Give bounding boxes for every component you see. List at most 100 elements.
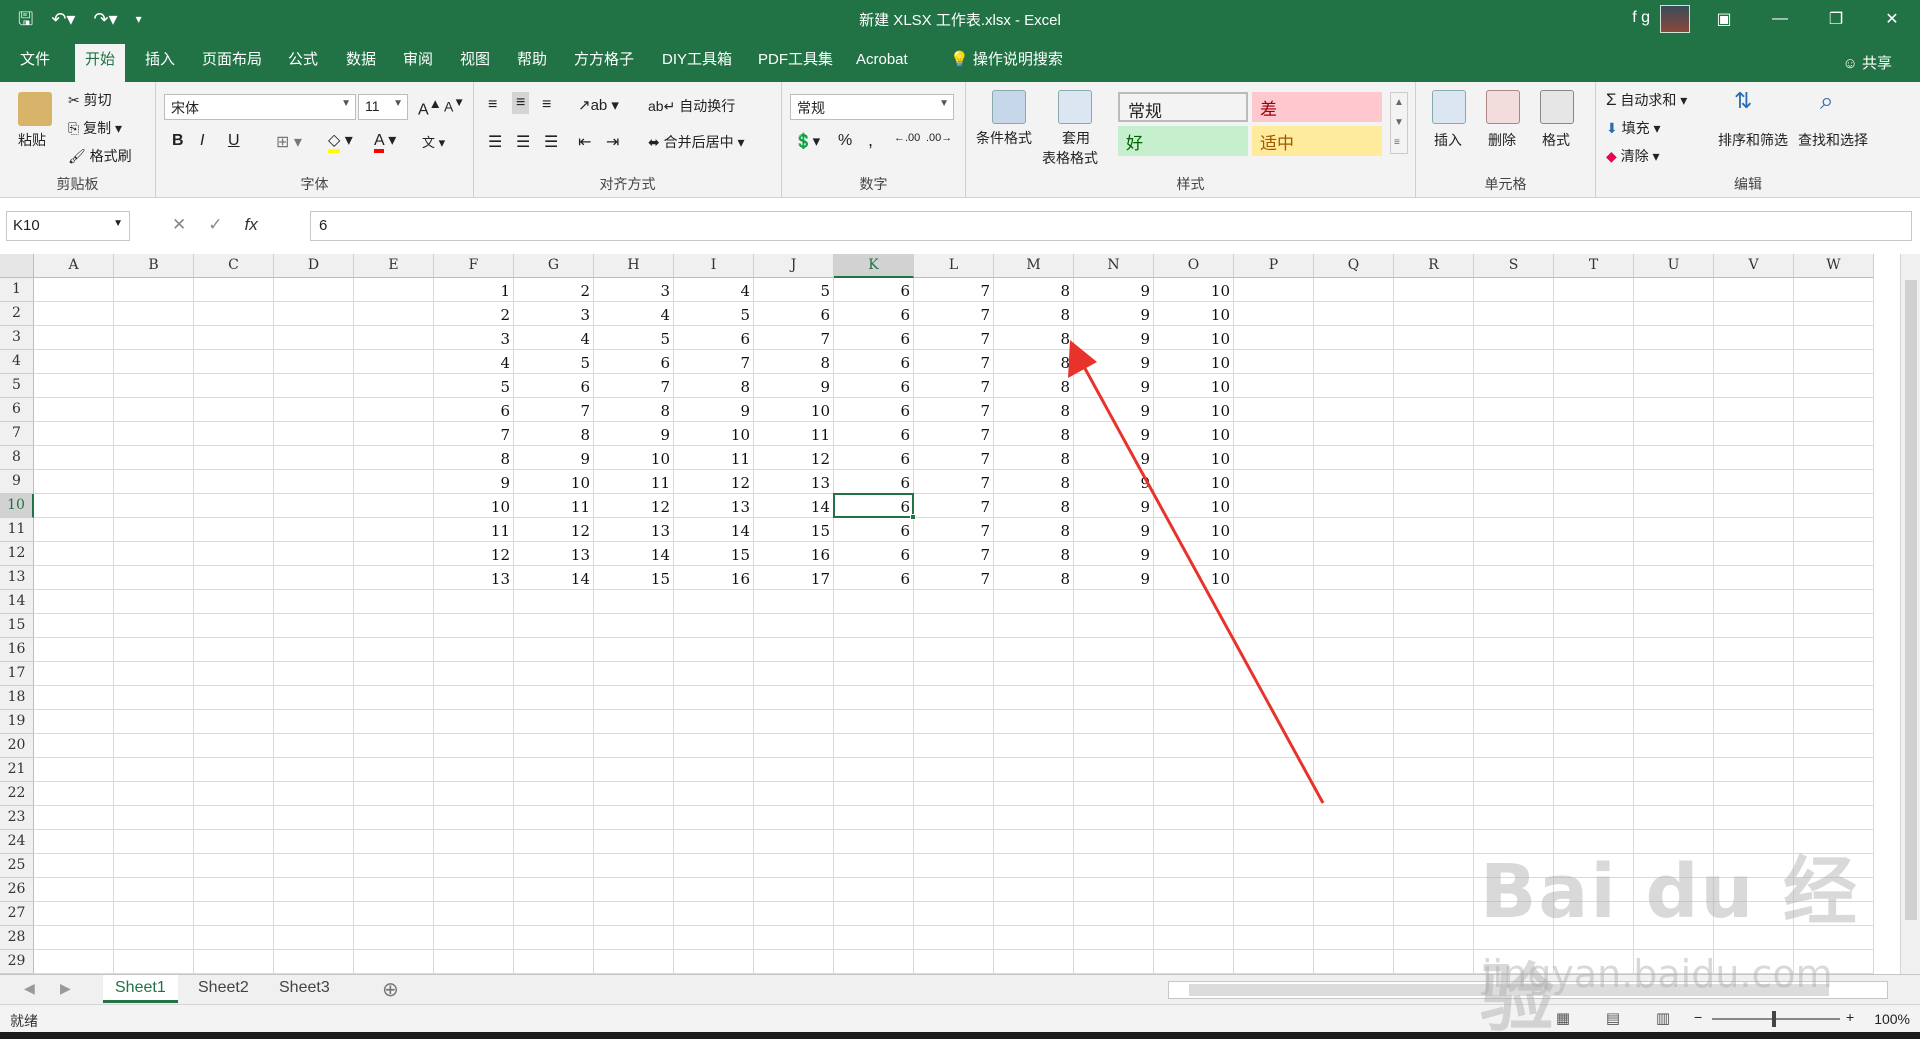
cell[interactable]: 13	[674, 494, 754, 518]
name-box[interactable]: K10 ▼	[6, 211, 130, 241]
row-header[interactable]: 22	[0, 782, 34, 806]
column-header[interactable]: J	[754, 254, 834, 278]
add-sheet-icon[interactable]: ⊕	[382, 977, 399, 1002]
sort-filter-button[interactable]: 排序和筛选	[1718, 130, 1788, 150]
cell[interactable]: 2	[434, 302, 514, 326]
cell[interactable]: 6	[834, 350, 914, 374]
ribbon-display-icon[interactable]: ▣	[1696, 0, 1752, 38]
sheet-tab-3[interactable]: Sheet3	[267, 975, 342, 1003]
row-header[interactable]: 1	[0, 278, 34, 302]
scroll-sheets-left-icon[interactable]: ◀	[24, 980, 35, 997]
column-header[interactable]: K	[834, 254, 914, 278]
minimize-icon[interactable]: —	[1752, 0, 1808, 38]
cell[interactable]: 9	[1074, 566, 1154, 590]
cell[interactable]: 17	[754, 566, 834, 590]
tab-view[interactable]: 视图	[450, 44, 500, 82]
font-name-select[interactable]: 宋体 ▼	[164, 94, 356, 120]
row-header[interactable]: 25	[0, 854, 34, 878]
cell[interactable]: 10	[1154, 566, 1234, 590]
cell[interactable]: 10	[594, 446, 674, 470]
cell[interactable]: 14	[594, 542, 674, 566]
cell[interactable]: 7	[914, 542, 994, 566]
cell[interactable]: 5	[594, 326, 674, 350]
cell[interactable]: 7	[914, 566, 994, 590]
cell[interactable]: 14	[514, 566, 594, 590]
cell[interactable]: 6	[834, 542, 914, 566]
sheet-tab-2[interactable]: Sheet2	[186, 975, 261, 1003]
restore-icon[interactable]: ❐	[1808, 0, 1864, 38]
cell[interactable]: 8	[994, 470, 1074, 494]
cell[interactable]: 6	[834, 398, 914, 422]
cell[interactable]: 6	[754, 302, 834, 326]
search-icon[interactable]: ⌕	[1820, 88, 1833, 116]
column-header[interactable]: D	[274, 254, 354, 278]
paste-button[interactable]: 粘贴	[18, 130, 46, 150]
format-as-table-icon[interactable]	[1058, 90, 1092, 124]
tab-review[interactable]: 审阅	[393, 44, 443, 82]
cell[interactable]: 10	[754, 398, 834, 422]
cell[interactable]: 8	[994, 446, 1074, 470]
row-header[interactable]: 20	[0, 734, 34, 758]
conditional-format-button[interactable]: 条件格式	[976, 128, 1032, 148]
row-header[interactable]: 8	[0, 446, 34, 470]
cell[interactable]: 6	[514, 374, 594, 398]
column-header[interactable]: F	[434, 254, 514, 278]
row-header[interactable]: 12	[0, 542, 34, 566]
tab-diy-toolbox[interactable]: DIY工具箱	[652, 44, 742, 82]
row-header[interactable]: 9	[0, 470, 34, 494]
column-header[interactable]: C	[194, 254, 274, 278]
column-header[interactable]: E	[354, 254, 434, 278]
column-header[interactable]: N	[1074, 254, 1154, 278]
cell[interactable]: 14	[674, 518, 754, 542]
align-middle-icon[interactable]: ≡	[512, 92, 530, 114]
grow-font-icon[interactable]: A▲	[418, 96, 442, 119]
row-header[interactable]: 28	[0, 926, 34, 950]
clear-button[interactable]: ◆ 清除 ▾	[1606, 146, 1660, 166]
share-button[interactable]: ☺ 共享	[1842, 52, 1892, 73]
cell[interactable]: 6	[594, 350, 674, 374]
cell[interactable]: 10	[1154, 494, 1234, 518]
column-header[interactable]: A	[34, 254, 114, 278]
styles-scroll-icon[interactable]: ▲ ▼ ≡	[1390, 92, 1408, 154]
cell[interactable]: 10	[1154, 518, 1234, 542]
tab-insert[interactable]: 插入	[135, 44, 185, 82]
close-icon[interactable]: ✕	[1864, 0, 1920, 38]
cell[interactable]: 3	[514, 302, 594, 326]
cell[interactable]: 8	[754, 350, 834, 374]
tab-file[interactable]: 文件	[10, 44, 60, 82]
tab-data[interactable]: 数据	[336, 44, 386, 82]
align-center-icon[interactable]: ☰	[516, 132, 530, 152]
cell[interactable]: 6	[834, 566, 914, 590]
row-header[interactable]: 7	[0, 422, 34, 446]
cell[interactable]: 12	[594, 494, 674, 518]
column-header[interactable]: V	[1714, 254, 1794, 278]
cell[interactable]: 16	[674, 566, 754, 590]
cell[interactable]: 12	[434, 542, 514, 566]
cell[interactable]: 10	[514, 470, 594, 494]
shrink-font-icon[interactable]: A▼	[444, 96, 465, 115]
column-header[interactable]: H	[594, 254, 674, 278]
cell[interactable]: 8	[594, 398, 674, 422]
fill-handle[interactable]	[910, 514, 916, 520]
cell[interactable]: 15	[674, 542, 754, 566]
row-header[interactable]: 29	[0, 950, 34, 974]
cell[interactable]: 8	[994, 326, 1074, 350]
cell[interactable]: 6	[834, 374, 914, 398]
cell[interactable]: 7	[914, 302, 994, 326]
cell[interactable]: 7	[914, 494, 994, 518]
percent-button[interactable]: %	[838, 132, 852, 150]
insert-cells-button[interactable]: 插入	[1434, 130, 1462, 150]
cell[interactable]: 9	[1074, 494, 1154, 518]
cell[interactable]: 10	[1154, 398, 1234, 422]
cell[interactable]: 11	[674, 446, 754, 470]
column-header[interactable]: T	[1554, 254, 1634, 278]
cell[interactable]: 6	[834, 302, 914, 326]
align-left-icon[interactable]: ☰	[488, 132, 502, 152]
cell[interactable]: 15	[594, 566, 674, 590]
avatar[interactable]	[1660, 5, 1690, 33]
decrease-indent-icon[interactable]: ⇤	[578, 132, 591, 152]
row-header[interactable]: 26	[0, 878, 34, 902]
row-header[interactable]: 27	[0, 902, 34, 926]
row-header[interactable]: 21	[0, 758, 34, 782]
number-format-select[interactable]: 常规 ▼	[790, 94, 954, 120]
